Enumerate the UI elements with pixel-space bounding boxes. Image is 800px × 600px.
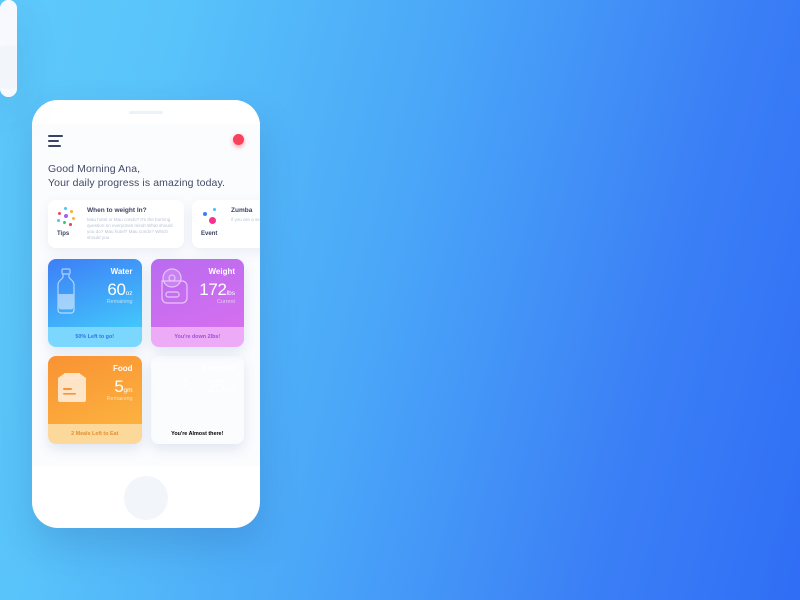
card-water-unit: oz [125,290,133,297]
screenshot-stage: Good Morning Ana, Your daily progress is… [0,0,800,600]
tips-title: When to weight In? [87,207,147,214]
bicycle-icon [156,370,200,405]
card-exercise-number: 25 [206,377,225,396]
notification-badge-icon[interactable] [233,134,244,145]
home-button[interactable] [124,476,168,520]
home-screen: Good Morning Ana, Your daily progress is… [32,124,260,466]
phone-home: Good Morning Ana, Your daily progress is… [32,100,260,528]
card-water-number: 60 [107,280,126,299]
hamburger-icon[interactable] [48,135,63,150]
phone-notch [32,100,260,124]
event-title: Zumba [231,207,253,214]
phone-speaker [129,111,163,114]
event-dots-icon: Event [200,207,224,237]
home-topbar [32,124,260,158]
card-water[interactable]: Water 60oz Remaining 50% Left to go! [48,259,142,347]
milk-carton-icon [55,364,89,411]
metric-cards: Water 60oz Remaining 50% Left to go! Wei… [32,248,260,444]
greeting-line-2: Your daily progress is amazing today. [48,177,226,189]
card-weight[interactable]: Weight 172lbs Current You're down 2lbs! [150,259,244,347]
event-card[interactable]: Event Zumba if you are a sens [192,200,260,248]
card-weight-unit: lbs [226,290,235,297]
home-button[interactable] [0,45,17,89]
scale-icon [158,267,192,312]
greeting: Good Morning Ana, Your daily progress is… [32,158,260,190]
card-weight-foot: You're down 2lbs! [150,327,244,347]
phone-water-stats: 1pm - 8oz 12:40pm - 16oz 10:20pm - 16oz … [0,0,17,97]
greeting-line-1: Good Morning Ana, [48,163,141,175]
card-exercise-foot: You're Almost there! [171,431,224,437]
event-label: Event [201,231,218,237]
tips-row: Tips When to weight In? Mau hotel or Mau… [48,200,260,248]
card-food-unit: gm [123,387,133,394]
card-food-foot: 2 Meals Left to Eat [48,424,142,444]
tips-label: Tips [57,231,70,237]
event-body: if you are a sens [231,217,260,222]
card-water-foot: 50% Left to go! [48,327,142,347]
card-food[interactable]: Food 5gm Remaining 2 Meals Left to Eat [48,356,142,444]
bottle-icon [55,267,77,320]
card-weight-number: 172 [199,280,227,299]
card-exercise[interactable]: Exercise 25min Current You're Almost the… [151,356,245,444]
tips-dots-icon: Tips [56,207,80,237]
tips-card[interactable]: Tips When to weight In? Mau hotel or Mau… [48,200,184,248]
card-exercise-unit: min [224,387,235,394]
tips-body: Mau hotel or Mau condo? It's the burning… [87,217,173,240]
